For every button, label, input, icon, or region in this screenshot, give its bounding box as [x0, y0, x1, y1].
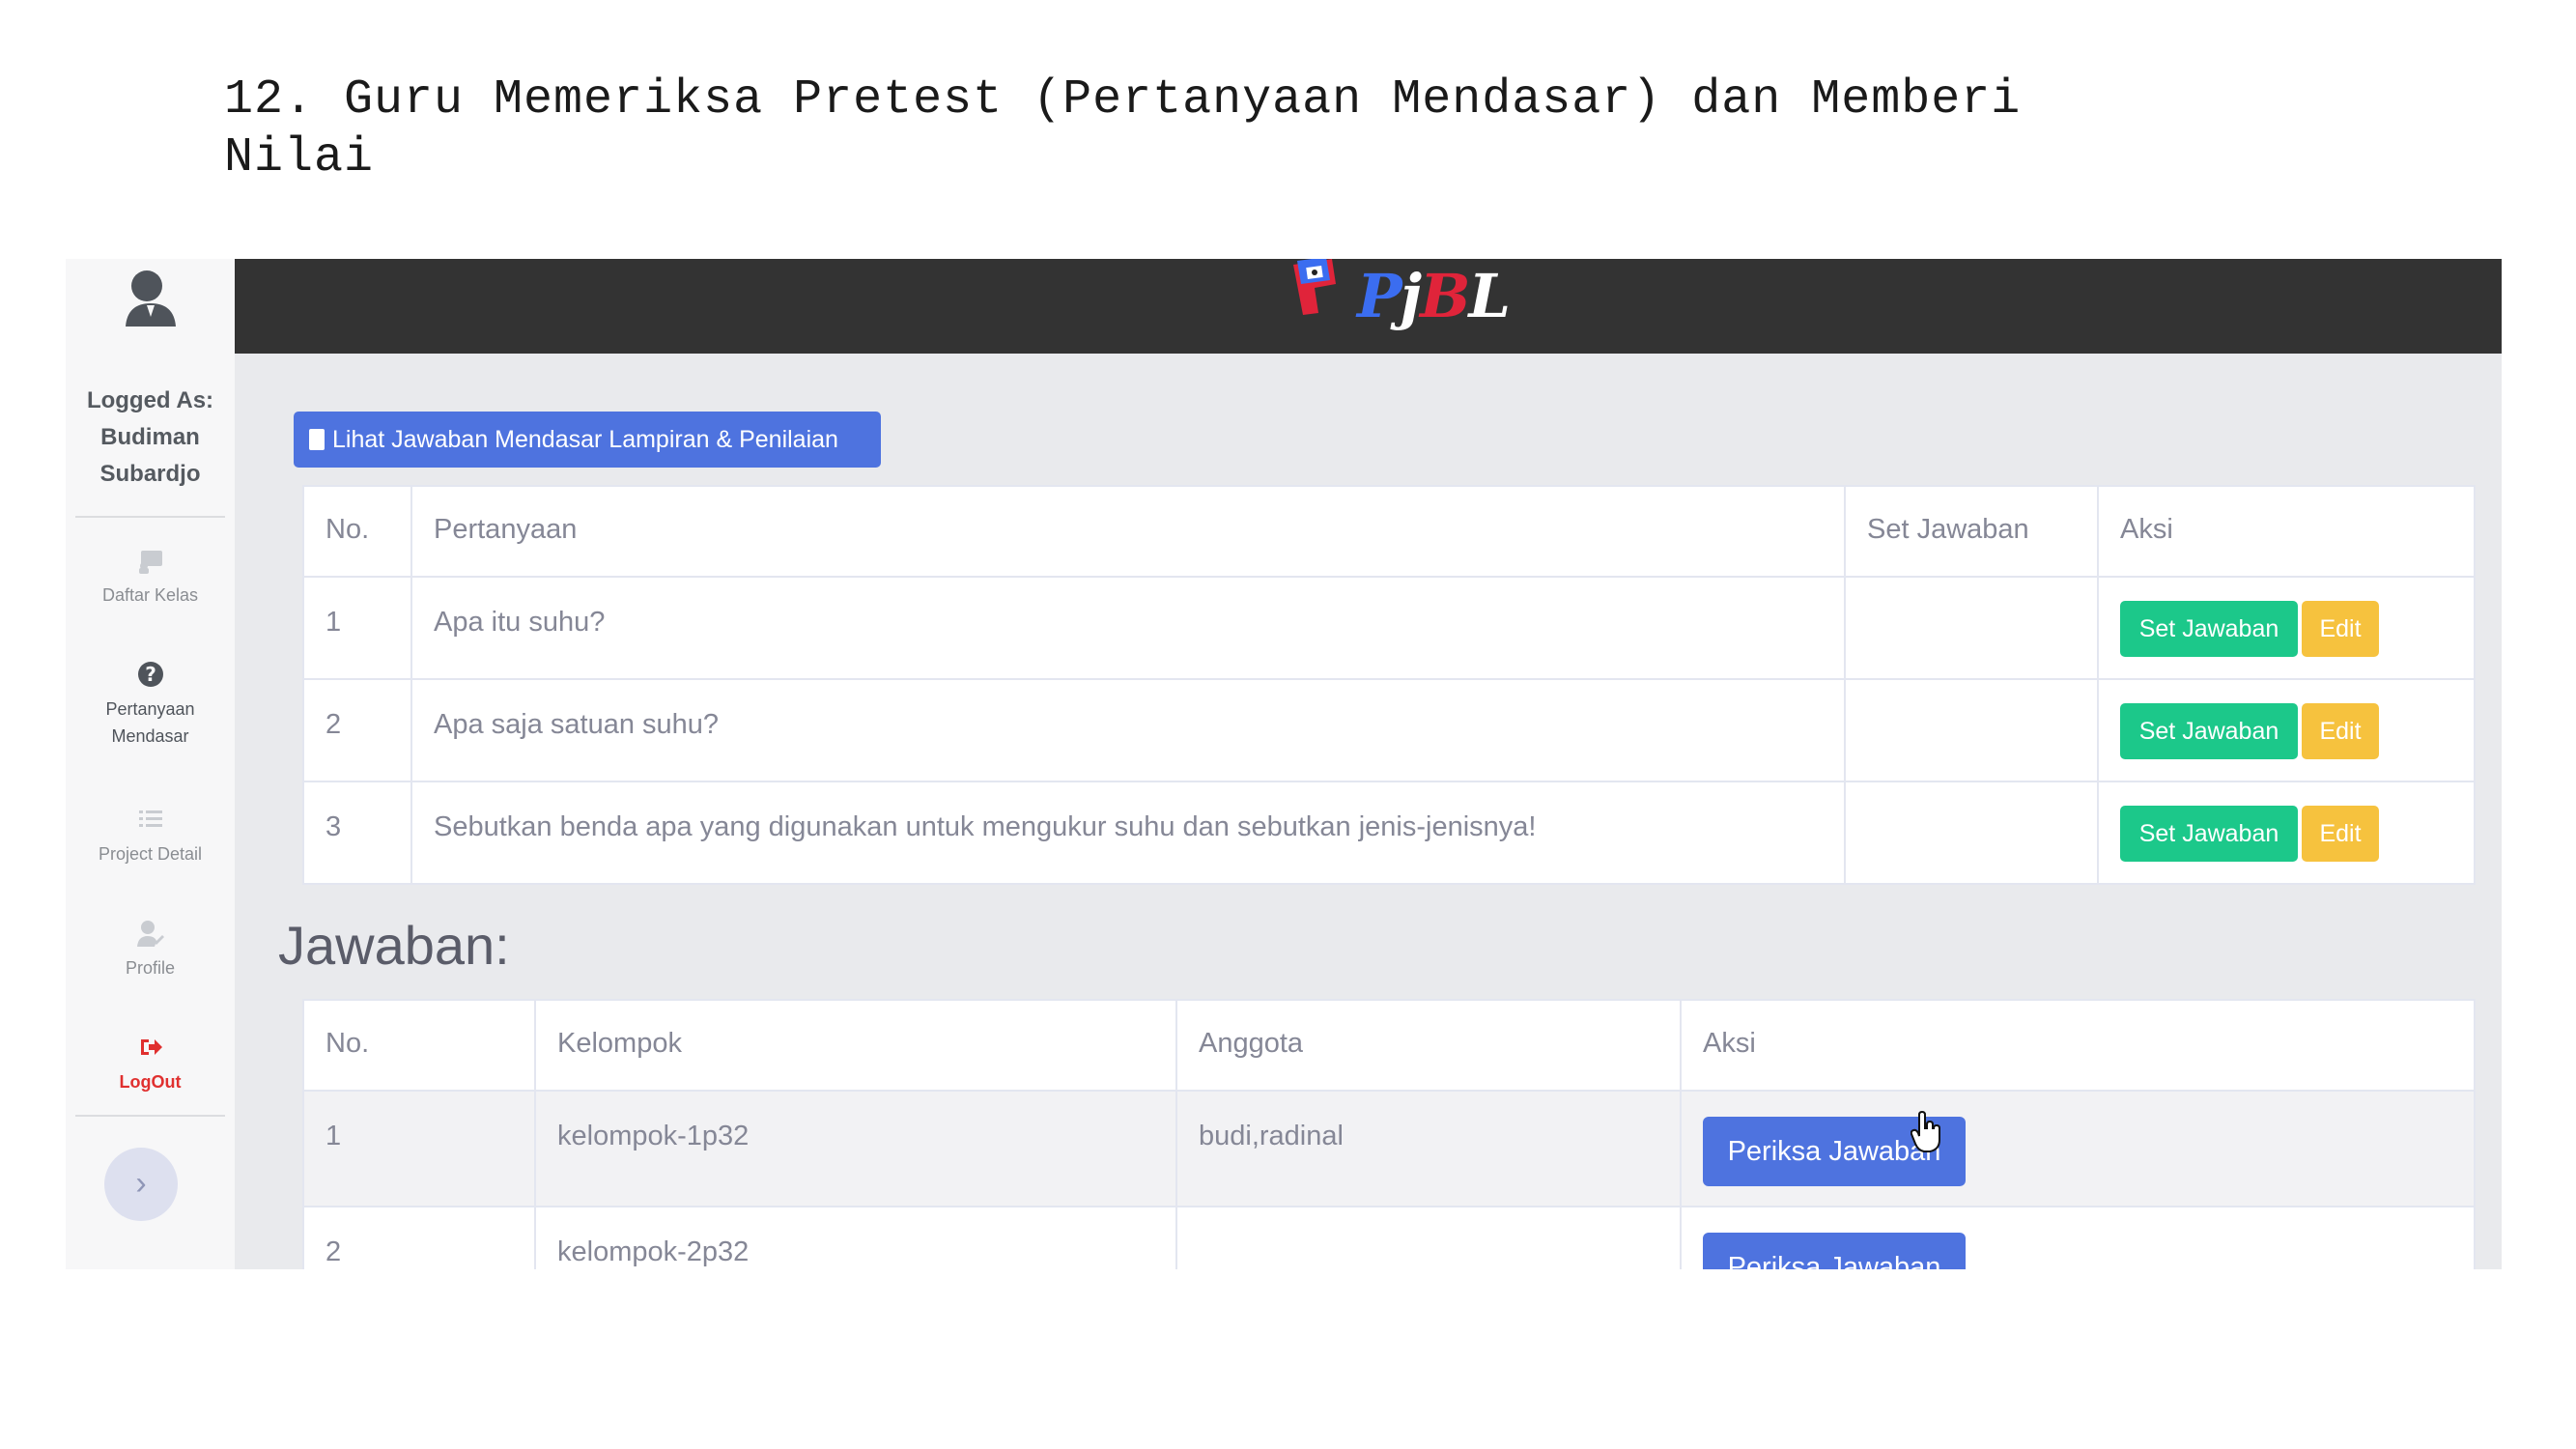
sidebar-divider	[75, 516, 225, 518]
column-header: Kelompok	[534, 999, 1177, 1092]
cell-kelompok: kelompok-2p32	[534, 1206, 1177, 1269]
lihat-jawaban-label: Lihat Jawaban Mendasar Lampiran & Penila…	[332, 426, 838, 453]
logged-as-label: Logged As:	[86, 387, 214, 413]
table-row: 1 kelompok-1p32 budi,radinal Periksa Jaw…	[302, 1090, 2476, 1208]
user-first-name: Budiman	[100, 424, 200, 450]
cell-pertanyaan: Sebutkan benda apa yang digunakan untuk …	[410, 781, 1846, 885]
sidebar-item-label: LogOut	[119, 1072, 182, 1092]
cell-no: 2	[302, 1206, 536, 1269]
column-header: Aksi	[2097, 485, 2476, 578]
user-edit-icon	[136, 921, 164, 947]
sidebar-item-label: Profile	[125, 958, 176, 978]
column-header: Anggota	[1175, 999, 1682, 1092]
table-row: 2 kelompok-2p32 Periksa Jawaban	[302, 1206, 2476, 1269]
clipboard-icon	[309, 429, 325, 450]
cell-anggota: budi,radinal	[1175, 1090, 1682, 1208]
sidebar-item-profile[interactable]: Profile	[66, 918, 235, 981]
sidebar-item-project-detail[interactable]: Project Detail	[66, 804, 235, 867]
lihat-jawaban-button[interactable]: Lihat Jawaban Mendasar Lampiran & Penila…	[294, 412, 881, 468]
answers-table: No. Kelompok Anggota Aksi 1 kelompok-1p3…	[302, 999, 2476, 1269]
app-screenshot: Logged As: Budiman Subardjo Daftar Kelas…	[66, 259, 2502, 1269]
table-row: 3 Sebutkan benda apa yang digunakan untu…	[302, 781, 2476, 885]
cell-aksi: Set Jawaban Edit	[2097, 781, 2476, 885]
cell-set-jawaban	[1844, 576, 2099, 680]
answers-heading: Jawaban:	[278, 915, 510, 976]
cell-set-jawaban	[1844, 678, 2099, 782]
table-row: 1 Apa itu suhu? Set Jawaban Edit	[302, 576, 2476, 680]
column-header: Set Jawaban	[1844, 485, 2099, 578]
document-title: 12. Guru Memeriksa Pretest (Pertanyaan M…	[224, 72, 2022, 185]
question-circle-icon: ?	[137, 662, 163, 687]
edit-button[interactable]: Edit	[2302, 806, 2379, 862]
cell-aksi: Periksa Jawaban	[1680, 1206, 2476, 1269]
sidebar: Logged As: Budiman Subardjo Daftar Kelas…	[66, 259, 235, 1269]
pjbl-logo-text: PjBL	[1357, 261, 1511, 331]
cell-anggota	[1175, 1206, 1682, 1269]
sidebar-item-logout[interactable]: LogOut	[66, 1032, 235, 1095]
edit-button[interactable]: Edit	[2302, 703, 2379, 759]
set-jawaban-button[interactable]: Set Jawaban	[2120, 806, 2298, 862]
sign-out-icon	[140, 1039, 162, 1055]
sidebar-item-pertanyaan-mendasar[interactable]: ? Pertanyaan Mendasar	[66, 659, 235, 750]
questions-table: No. Pertanyaan Set Jawaban Aksi 1 Apa it…	[302, 485, 2476, 885]
logged-as-block: Logged As: Budiman Subardjo	[66, 383, 235, 493]
sidebar-item-label: Project Detail	[98, 844, 203, 864]
cell-no: 2	[302, 678, 412, 782]
svg-text:?: ?	[145, 663, 156, 686]
cell-pertanyaan: Apa saja satuan suhu?	[410, 678, 1846, 782]
cell-aksi: Set Jawaban Edit	[2097, 576, 2476, 680]
column-header: Pertanyaan	[410, 485, 1846, 578]
list-icon	[138, 810, 162, 827]
column-header: No.	[302, 485, 412, 578]
sidebar-item-label: Pertanyaan	[105, 699, 195, 719]
cell-no: 3	[302, 781, 412, 885]
user-last-name: Subardjo	[99, 461, 201, 487]
cell-no: 1	[302, 576, 412, 680]
user-avatar-icon	[126, 270, 176, 327]
cell-aksi: Set Jawaban Edit	[2097, 678, 2476, 782]
topbar: PjBL	[235, 259, 2502, 354]
sidebar-item-daftar-kelas[interactable]: Daftar Kelas	[66, 545, 235, 609]
cell-set-jawaban	[1844, 781, 2099, 885]
periksa-jawaban-button[interactable]: Periksa Jawaban	[1703, 1233, 1966, 1269]
hand-pointer-cursor-icon	[1911, 1111, 1940, 1152]
sidebar-divider	[75, 1115, 225, 1117]
set-jawaban-button[interactable]: Set Jawaban	[2120, 703, 2298, 759]
table-row: 2 Apa saja satuan suhu? Set Jawaban Edit	[302, 678, 2476, 782]
column-header: No.	[302, 999, 536, 1092]
cell-no: 1	[302, 1090, 536, 1208]
set-jawaban-button[interactable]: Set Jawaban	[2120, 601, 2298, 657]
cell-aksi: Periksa Jawaban	[1680, 1090, 2476, 1208]
cell-pertanyaan: Apa itu suhu?	[410, 576, 1846, 680]
edit-button[interactable]: Edit	[2302, 601, 2379, 657]
cell-kelompok: kelompok-1p32	[534, 1090, 1177, 1208]
chalkboard-icon	[138, 551, 162, 574]
sidebar-toggle-button[interactable]: ›	[104, 1148, 178, 1221]
column-header: Aksi	[1680, 999, 2476, 1092]
sidebar-item-label: Daftar Kelas	[101, 585, 199, 605]
sidebar-item-label: Mendasar	[111, 726, 189, 746]
